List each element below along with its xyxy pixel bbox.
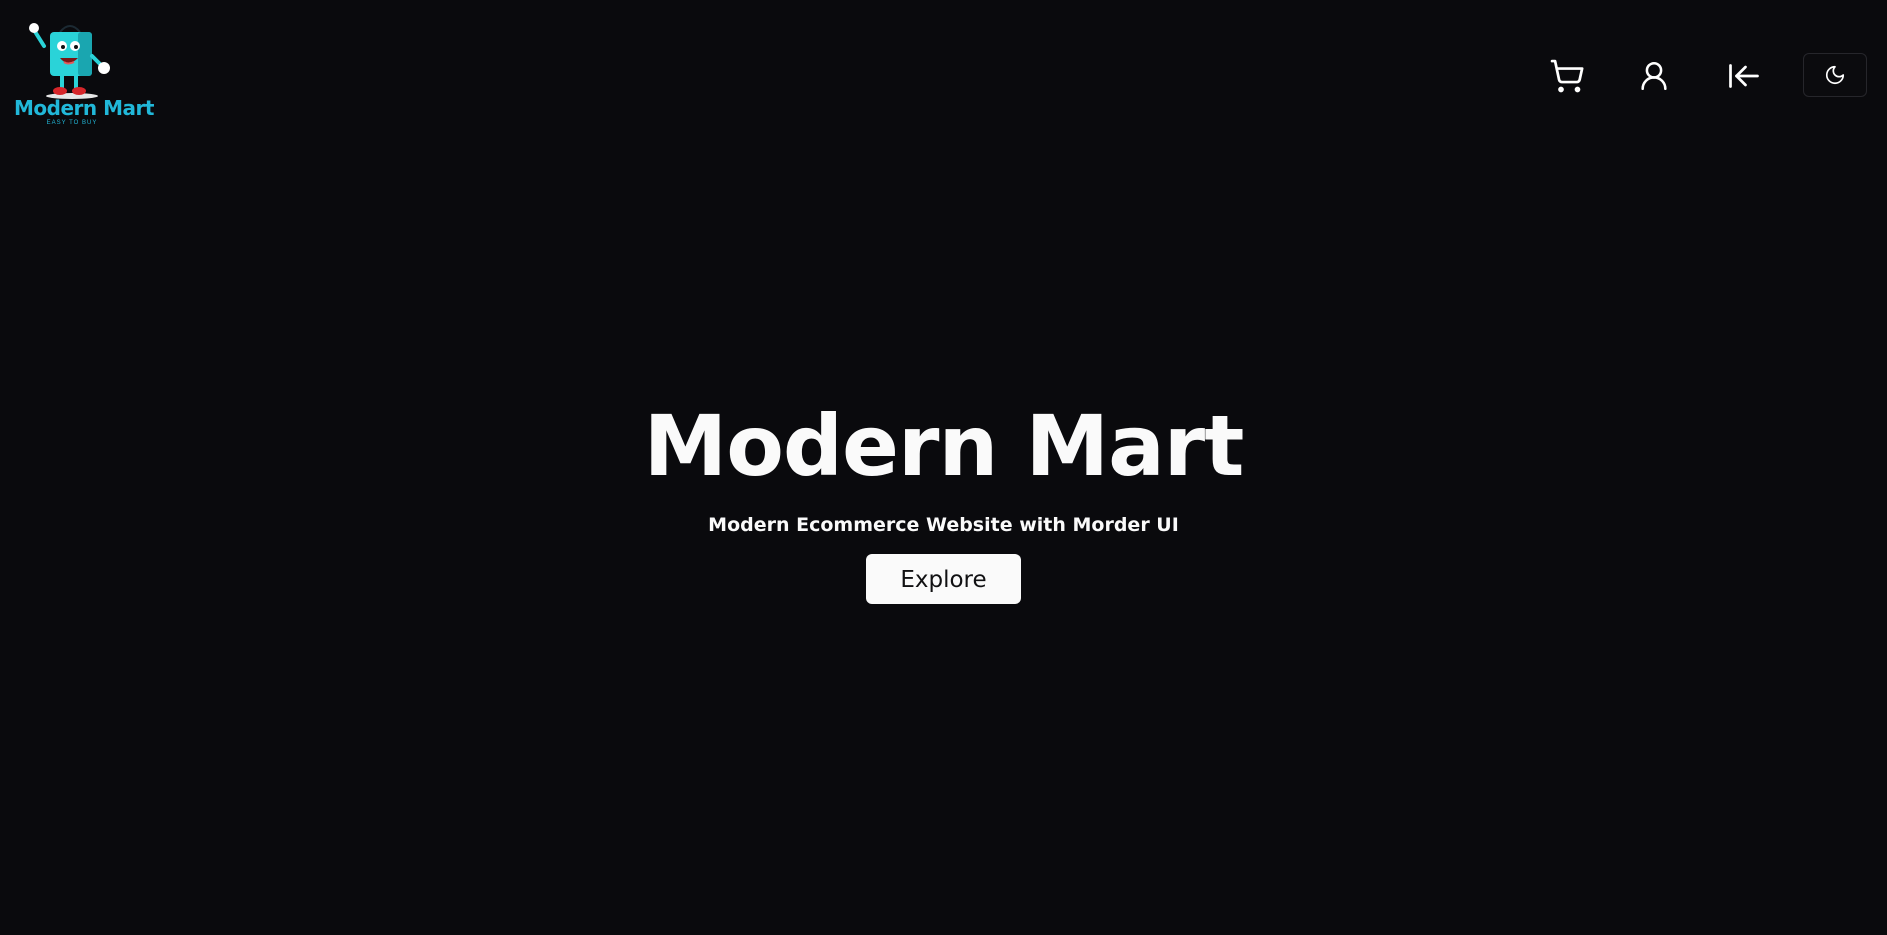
header: Modern Mart EASY TO BUY	[0, 0, 1887, 150]
mascot-image	[29, 23, 110, 99]
logo-text: Modern Mart	[14, 96, 154, 120]
moon-icon	[1825, 65, 1845, 85]
page: Modern Mart EASY TO BUY Modern Mart Mode…	[0, 0, 1887, 935]
logout-button[interactable]	[1720, 52, 1768, 100]
cart-button[interactable]	[1543, 52, 1591, 100]
cart-icon	[1550, 59, 1584, 93]
logo-tagline: EASY TO BUY	[46, 120, 98, 126]
explore-button[interactable]: Explore	[866, 554, 1021, 605]
user-button[interactable]	[1630, 52, 1678, 100]
user-icon	[1641, 61, 1667, 91]
hero-title: Modern Mart	[643, 397, 1245, 495]
logo[interactable]: Modern Mart EASY TO BUY	[12, 18, 154, 130]
hero-subtitle: Modern Ecommerce Website with Morder UI	[708, 514, 1179, 537]
theme-toggle-button[interactable]	[1803, 53, 1867, 97]
logout-icon	[1729, 64, 1759, 88]
hero: Modern Mart Modern Ecommerce Website wit…	[0, 397, 1887, 605]
